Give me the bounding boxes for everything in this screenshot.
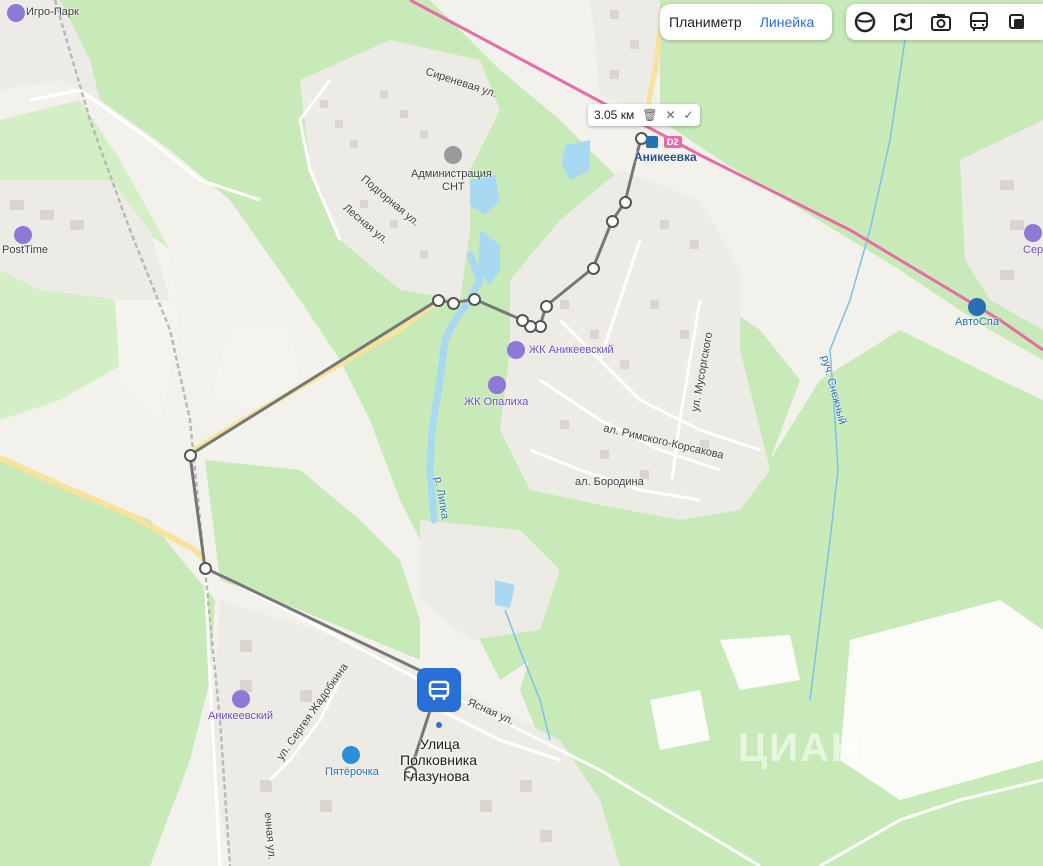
stop-label-line2[interactable]: Полковника: [400, 752, 477, 768]
poi-label-anikeevsky[interactable]: Аникеевский: [208, 710, 273, 722]
check-icon[interactable]: ✓: [684, 108, 694, 122]
business-icon[interactable]: [507, 341, 525, 359]
poi-label-avtospa[interactable]: АвтоСпа: [955, 316, 999, 328]
ruler-point[interactable]: [447, 297, 460, 310]
ruler-button[interactable]: Линейка: [751, 14, 824, 30]
map-layers-icon[interactable]: [884, 4, 922, 40]
shop-basket-icon[interactable]: [342, 746, 360, 764]
poi-label-zhk-opaliha[interactable]: ЖК Опалиха: [464, 396, 528, 408]
map-base-layer: [0, 0, 1043, 866]
station-label-anikeevka[interactable]: Аникеевка: [634, 150, 697, 164]
ruler-point[interactable]: [606, 215, 619, 228]
layers-toolbar: [846, 4, 1043, 40]
poi-icon[interactable]: [14, 226, 32, 244]
stop-dot: [436, 722, 442, 728]
ruler-point[interactable]: [184, 449, 197, 462]
line-badge-d2: D2: [664, 136, 682, 148]
ruler-point[interactable]: [587, 262, 600, 275]
clearing: [210, 330, 300, 410]
forest-area: [0, 460, 215, 866]
business-icon[interactable]: [488, 376, 506, 394]
poi-label-sery[interactable]: Сер: [1023, 244, 1043, 256]
photo-camera-icon[interactable]: [922, 4, 960, 40]
cian-watermark: ЦИАН: [738, 726, 862, 770]
transit-stop-pin[interactable]: [417, 668, 461, 712]
poi-icon[interactable]: [1024, 224, 1042, 242]
planimeter-button[interactable]: Планиметр: [660, 14, 751, 30]
car-service-icon[interactable]: [968, 298, 986, 316]
poi-label-zhk-anikeevsky[interactable]: ЖК Аникеевский: [529, 344, 614, 356]
clearing: [650, 690, 710, 750]
ruler-point[interactable]: [199, 562, 212, 575]
ruler-point[interactable]: [468, 293, 481, 306]
transport-bus-icon[interactable]: [960, 4, 998, 40]
stop-label-line1[interactable]: Улица: [420, 736, 460, 752]
ruler-distance: 3.05 км: [594, 108, 635, 122]
stop-label-line3[interactable]: Глазунова: [403, 768, 469, 784]
bus-stop-icon: [428, 680, 450, 700]
ruler-point[interactable]: [540, 300, 553, 313]
measure-toolbar: Планиметр Линейка: [660, 4, 832, 40]
ruler-point[interactable]: [432, 294, 445, 307]
ruler-point[interactable]: [516, 314, 529, 327]
flag-icon[interactable]: [444, 146, 462, 164]
street-label-borodina: ал. Бородина: [575, 476, 644, 488]
train-station-icon[interactable]: [646, 136, 658, 148]
poi-icon[interactable]: [7, 4, 25, 22]
place-label-igro-park: Игро-Парк: [26, 6, 79, 18]
panorama-icon[interactable]: [846, 4, 884, 40]
place-label-administration-1: Администрация: [411, 168, 492, 180]
place-label-administration-2: СНТ: [442, 181, 465, 193]
trash-icon[interactable]: 🗑: [642, 108, 657, 122]
business-icon[interactable]: [232, 690, 250, 708]
map-canvas[interactable]: 3.05 км 🗑 ✕ ✓ Игро-Парк PostTime Сиренев…: [0, 0, 1043, 866]
place-label-posttime: PostTime: [2, 244, 49, 256]
poi-label-pyaterochka[interactable]: Пятёрочка: [325, 766, 379, 778]
ruler-distance-popup: 3.05 км 🗑 ✕ ✓: [588, 104, 700, 126]
traffic-icon[interactable]: [998, 4, 1036, 40]
ruler-point[interactable]: [619, 196, 632, 209]
close-icon[interactable]: ✕: [665, 108, 675, 122]
